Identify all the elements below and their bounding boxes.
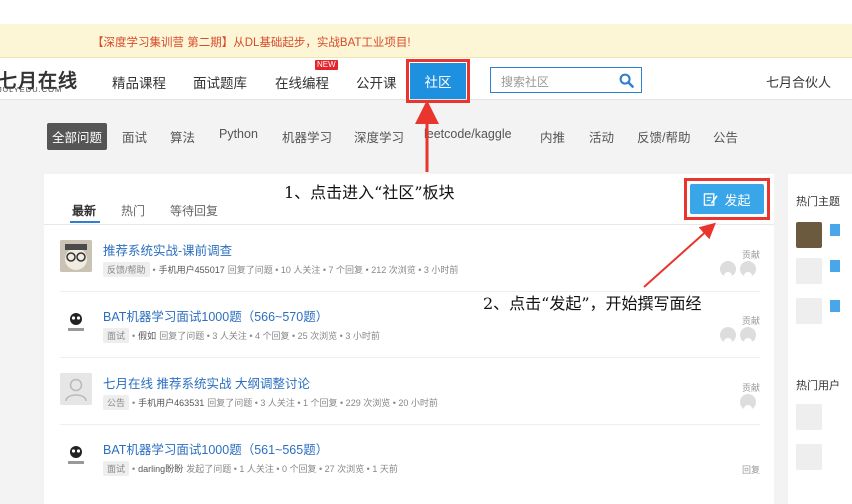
post-title[interactable]: BAT机器学习面试1000题（561~565题）	[103, 439, 328, 458]
list-item[interactable]: BAT机器学习面试1000题（566~570题） 面试 • 假如 回复了问题 • 3 …	[60, 306, 770, 346]
post-meta: 回复了问题 • 10 人关注 • 7 个回复 • 212 次浏览 • 3 小时前	[227, 265, 459, 275]
post-meta: 回复了问题 • 3 人关注 • 4 个回复 • 25 次浏览 • 3 小时前	[159, 331, 380, 341]
user-icon	[740, 261, 756, 277]
post-user[interactable]: 假如	[138, 329, 156, 342]
annotation-step1: 1、点击进入“社区”板块	[284, 179, 455, 203]
sidebar-hot-users-title: 热门用户	[796, 380, 840, 392]
avatar[interactable]	[60, 306, 92, 338]
user-icon	[740, 394, 756, 410]
sidebar-hot-topics-title: 热门主题	[796, 196, 840, 208]
post-user[interactable]: 手机用户455017	[159, 263, 225, 276]
row-divider	[60, 291, 760, 292]
post-side-label: 贡献	[741, 383, 760, 393]
post-side-label: 回复	[741, 465, 760, 475]
post-meta: 发起了问题 • 1 人关注 • 0 个回复 • 27 次浏览 • 1 天前	[186, 464, 398, 474]
list-item[interactable]: 推荐系统实战-课前调查 反馈/帮助 • 手机用户455017 回复了问题 • 10 人…	[60, 240, 770, 280]
post-title[interactable]: 七月在线 推荐系统实战 大纲调整讨论	[103, 373, 310, 392]
post-tag[interactable]: 公告	[103, 395, 130, 410]
avatar[interactable]	[796, 444, 822, 470]
user-icon	[720, 261, 736, 277]
post-tag[interactable]: 反馈/帮助	[103, 262, 150, 277]
post-side-label: 贡献	[741, 316, 760, 326]
post-user[interactable]: darling盼盼	[138, 462, 183, 475]
row-divider	[60, 357, 760, 358]
topic-thumbnail[interactable]	[796, 222, 822, 248]
post-tag[interactable]: 面试	[103, 328, 130, 343]
user-icon	[740, 327, 756, 343]
post-title[interactable]: 推荐系统实战-课前调查	[103, 240, 232, 259]
post-meta: 回复了问题 • 3 人关注 • 1 个回复 • 229 次浏览 • 20 小时前	[207, 398, 438, 408]
topic-tag[interactable]	[830, 260, 840, 272]
topic-thumbnail[interactable]	[796, 298, 822, 324]
user-icon	[720, 327, 736, 343]
topic-tag[interactable]	[830, 224, 840, 236]
post-user[interactable]: 手机用户463531	[138, 396, 204, 409]
avatar[interactable]	[60, 240, 92, 272]
avatar[interactable]	[60, 439, 92, 471]
row-divider	[60, 424, 760, 425]
list-item[interactable]: 七月在线 推荐系统实战 大纲调整讨论 公告 • 手机用户463531 回复了问题 • …	[60, 373, 770, 413]
post-title[interactable]: BAT机器学习面试1000题（566~570题）	[103, 306, 328, 325]
topic-tag[interactable]	[830, 300, 840, 312]
list-item[interactable]: BAT机器学习面试1000题（561~565题） 面试 • darling盼盼 发起了…	[60, 439, 770, 479]
post-side-label: 贡献	[741, 250, 760, 260]
topic-thumbnail[interactable]	[796, 258, 822, 284]
avatar[interactable]	[60, 373, 92, 405]
avatar[interactable]	[796, 404, 822, 430]
post-tag[interactable]: 面试	[103, 461, 130, 476]
